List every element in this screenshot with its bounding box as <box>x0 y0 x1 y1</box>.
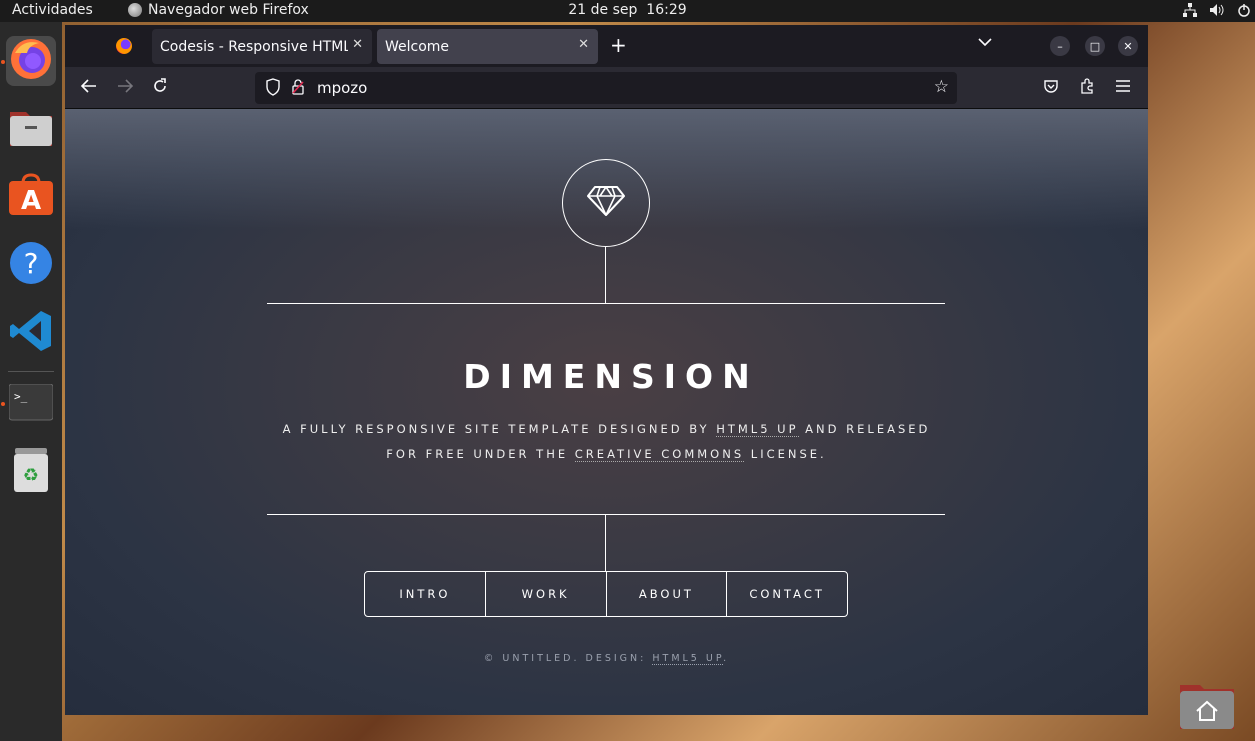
bookmark-star-icon[interactable]: ☆ <box>934 77 949 97</box>
files-icon <box>8 106 54 152</box>
back-button[interactable] <box>80 78 98 99</box>
main-nav: INTRO WORK ABOUT CONTACT <box>364 571 848 617</box>
divider-top <box>267 303 945 304</box>
dock-vscode[interactable] <box>6 308 56 358</box>
divider-bottom <box>267 514 945 515</box>
tab-codesis[interactable]: Codesis - Responsive HTML5 ✕ <box>152 29 372 64</box>
url-text[interactable]: mpozo <box>317 79 367 97</box>
subtitle-text: LICENSE. <box>744 447 827 461</box>
trash-icon: ♻ <box>11 448 51 498</box>
page-footer: © UNTITLED. DESIGN: HTML5 UP. <box>65 653 1148 665</box>
nav-about[interactable]: ABOUT <box>605 572 727 616</box>
footer-text: . <box>723 653 730 664</box>
close-window-button[interactable]: ✕ <box>1118 36 1138 56</box>
menu-icon[interactable] <box>1115 78 1131 98</box>
svg-text:A: A <box>21 186 41 216</box>
logo <box>562 159 650 247</box>
nav-contact[interactable]: CONTACT <box>726 572 847 616</box>
svg-text:?: ? <box>24 247 39 280</box>
new-tab-button[interactable]: + <box>610 33 627 57</box>
firefox-window: Codesis - Responsive HTML5 ✕ Welcome ✕ +… <box>65 25 1148 715</box>
tab-label: Welcome <box>385 38 450 55</box>
firefox-icon <box>9 37 53 85</box>
minimize-button[interactable]: – <box>1050 36 1070 56</box>
software-icon: A <box>8 173 54 221</box>
nav-intro[interactable]: INTRO <box>365 572 485 616</box>
system-tray[interactable] <box>1183 3 1251 20</box>
extensions-icon[interactable] <box>1079 78 1095 99</box>
svg-text:>_: >_ <box>14 390 28 403</box>
diamond-icon <box>587 185 625 221</box>
subtitle-text: AND RELEASED <box>798 422 931 436</box>
close-icon[interactable]: ✕ <box>352 37 363 52</box>
app-name: Navegador web Firefox <box>148 2 309 18</box>
desktop-home-folder[interactable] <box>1178 681 1236 731</box>
divider-vertical <box>605 515 606 571</box>
shield-icon[interactable] <box>265 78 281 100</box>
subtitle-line-1: A FULLY RESPONSIVE SITE TEMPLATE DESIGNE… <box>65 422 1148 437</box>
dock-help[interactable]: ? <box>6 240 56 290</box>
divider-vertical <box>605 247 606 303</box>
creative-commons-link[interactable]: CREATIVE COMMONS <box>574 447 745 462</box>
footer-text: © UNTITLED. DESIGN: <box>483 653 653 664</box>
tab-label: Codesis - Responsive HTML5 <box>160 38 348 55</box>
dock-separator <box>8 371 54 372</box>
nav-bar: mpozo ☆ <box>65 67 1148 109</box>
forward-button[interactable] <box>116 78 134 99</box>
url-bar[interactable]: mpozo ☆ <box>255 72 957 104</box>
firefox-view-icon[interactable] <box>116 38 132 54</box>
dock: A ? >_ ♻ <box>0 22 62 741</box>
terminal-icon: >_ <box>8 383 54 426</box>
subtitle-text: A FULLY RESPONSIVE SITE TEMPLATE DESIGNE… <box>282 422 717 436</box>
date: 21 de sep <box>568 2 638 18</box>
dock-software[interactable]: A <box>6 172 56 222</box>
power-icon <box>1237 3 1251 20</box>
firefox-app-icon <box>128 3 142 17</box>
vscode-icon <box>9 309 53 357</box>
time: 16:29 <box>646 2 687 18</box>
network-icon <box>1183 3 1197 20</box>
top-bar: Actividades Navegador web Firefox 21 de … <box>0 0 1255 22</box>
nav-work[interactable]: WORK <box>484 572 606 616</box>
running-indicator <box>1 60 5 64</box>
volume-icon <box>1209 3 1225 20</box>
home-folder-icon <box>1178 685 1236 735</box>
subtitle-line-2: FOR FREE UNDER THE CREATIVE COMMONS LICE… <box>65 447 1148 462</box>
dock-firefox[interactable] <box>6 36 56 86</box>
footer-html5up-link[interactable]: HTML5 UP <box>652 653 724 665</box>
running-indicator <box>1 402 5 406</box>
help-icon: ? <box>9 241 53 289</box>
activities-button[interactable]: Actividades <box>12 2 93 18</box>
svg-text:♻: ♻ <box>23 465 39 486</box>
dock-terminal[interactable]: >_ <box>6 380 56 430</box>
subtitle-text: FOR FREE UNDER THE <box>386 447 575 461</box>
tab-welcome[interactable]: Welcome ✕ <box>377 29 598 64</box>
reload-button[interactable] <box>152 78 168 99</box>
maximize-button[interactable]: □ <box>1085 36 1105 56</box>
page-title: DIMENSION <box>463 357 759 396</box>
chevron-down-icon[interactable] <box>978 35 992 51</box>
close-icon[interactable]: ✕ <box>578 37 589 52</box>
app-menu[interactable]: Navegador web Firefox <box>128 2 309 18</box>
pocket-icon[interactable] <box>1043 78 1059 99</box>
dock-trash[interactable]: ♻ <box>6 448 56 498</box>
dock-files[interactable] <box>6 104 56 154</box>
html5up-link[interactable]: HTML5 UP <box>716 422 799 437</box>
lock-icon[interactable] <box>291 79 305 99</box>
web-page: DIMENSION A FULLY RESPONSIVE SITE TEMPLA… <box>65 109 1148 715</box>
tab-bar: Codesis - Responsive HTML5 ✕ Welcome ✕ +… <box>65 25 1148 67</box>
